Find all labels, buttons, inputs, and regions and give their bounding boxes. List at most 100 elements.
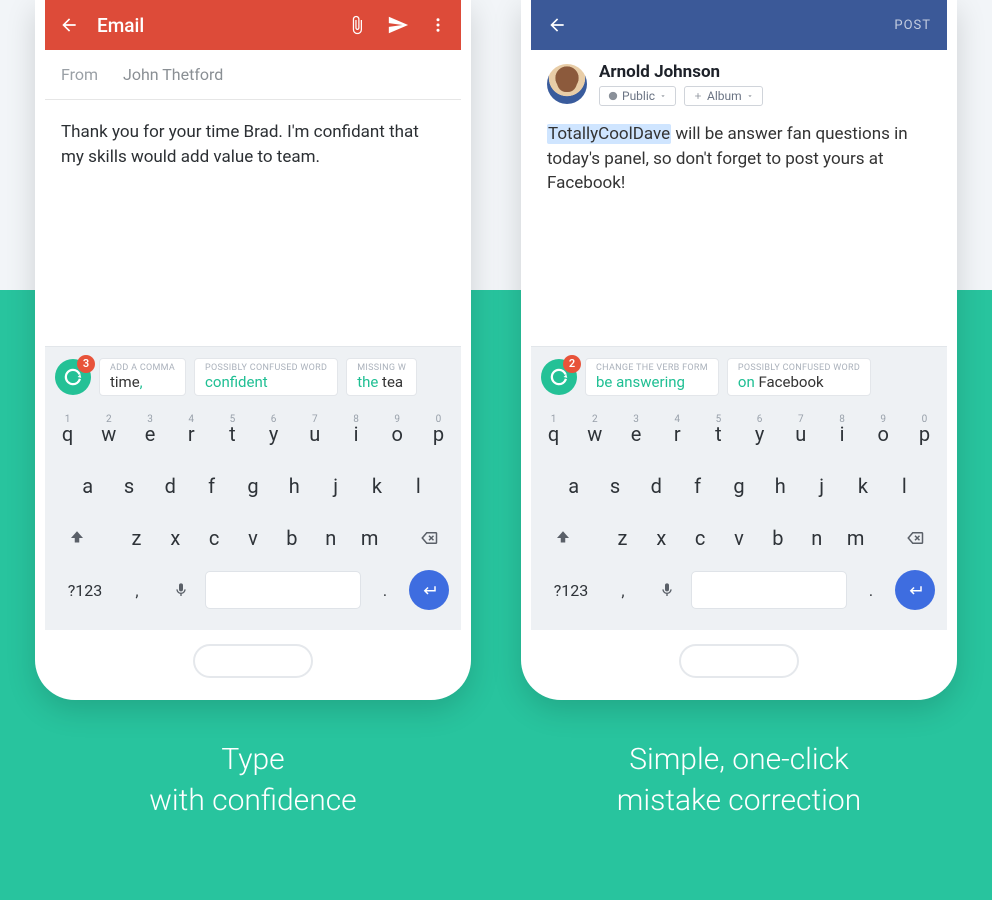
- shift-key[interactable]: [539, 516, 587, 560]
- comma-key[interactable]: ,: [603, 568, 643, 612]
- enter-key[interactable]: [409, 570, 449, 610]
- key-t[interactable]: 5t: [700, 412, 737, 456]
- key-s[interactable]: s: [596, 464, 633, 508]
- key-s[interactable]: s: [110, 464, 147, 508]
- key-q[interactable]: 1q: [49, 412, 86, 456]
- period-key[interactable]: .: [365, 568, 405, 612]
- key-w[interactable]: 2w: [90, 412, 127, 456]
- key-e[interactable]: 3e: [617, 412, 654, 456]
- space-key[interactable]: [691, 571, 847, 609]
- more-icon[interactable]: [429, 16, 447, 34]
- suggestion-card[interactable]: ADD A COMMAtime,: [99, 358, 186, 396]
- key-o[interactable]: 9o: [865, 412, 902, 456]
- email-body[interactable]: Thank you for your time Brad. I'm confid…: [45, 100, 461, 189]
- grammarly-icon[interactable]: 3: [55, 359, 91, 395]
- error-count-badge: 2: [563, 355, 581, 373]
- space-key[interactable]: [205, 571, 361, 609]
- from-value: John Thetford: [123, 65, 223, 84]
- key-n[interactable]: n: [313, 516, 348, 560]
- suggestion-card[interactable]: POSSIBLY CONFUSED WORDon Facebook: [727, 358, 871, 396]
- key-o[interactable]: 9o: [379, 412, 416, 456]
- key-h[interactable]: h: [762, 464, 799, 508]
- user-name: Arnold Johnson: [599, 62, 763, 82]
- mic-key[interactable]: [647, 568, 687, 612]
- key-u[interactable]: 7u: [296, 412, 333, 456]
- album-chip[interactable]: Album: [684, 86, 763, 106]
- key-t[interactable]: 5t: [214, 412, 251, 456]
- key-k[interactable]: k: [844, 464, 881, 508]
- backspace-key[interactable]: [891, 516, 939, 560]
- suggestion-card[interactable]: CHANGE THE VERB FORMbe answering: [585, 358, 719, 396]
- suggestion-card[interactable]: MISSING Wthe tea: [346, 358, 417, 396]
- facebook-header: POST: [531, 0, 947, 50]
- key-l[interactable]: l: [400, 464, 437, 508]
- phone-facebook: POST Arnold Johnson Public: [521, 0, 957, 700]
- key-d[interactable]: d: [638, 464, 675, 508]
- key-l[interactable]: l: [886, 464, 923, 508]
- key-f[interactable]: f: [193, 464, 230, 508]
- from-row[interactable]: From John Thetford: [45, 50, 461, 100]
- home-button[interactable]: [679, 644, 799, 678]
- key-c[interactable]: c: [683, 516, 718, 560]
- key-n[interactable]: n: [799, 516, 834, 560]
- email-header: Email: [45, 0, 461, 50]
- phone-email: Email From John Thetford Thank you for y: [35, 0, 471, 700]
- post-body[interactable]: TotallyCoolDave will be answer fan quest…: [531, 110, 947, 208]
- email-title: Email: [97, 14, 327, 37]
- key-v[interactable]: v: [236, 516, 271, 560]
- caption: Type with confidence: [149, 740, 356, 821]
- suggestion-strip: 3 ADD A COMMAtime,POSSIBLY CONFUSED WORD…: [45, 346, 461, 406]
- key-m[interactable]: m: [352, 516, 387, 560]
- post-button[interactable]: POST: [894, 18, 931, 33]
- symbols-key[interactable]: ?123: [57, 568, 113, 612]
- key-z[interactable]: z: [605, 516, 640, 560]
- key-y[interactable]: 6y: [255, 412, 292, 456]
- visibility-chip[interactable]: Public: [599, 86, 676, 106]
- key-y[interactable]: 6y: [741, 412, 778, 456]
- avatar[interactable]: [547, 64, 587, 104]
- key-x[interactable]: x: [644, 516, 679, 560]
- enter-key[interactable]: [895, 570, 935, 610]
- period-key[interactable]: .: [851, 568, 891, 612]
- key-i[interactable]: 8i: [337, 412, 374, 456]
- key-r[interactable]: 4r: [173, 412, 210, 456]
- key-p[interactable]: 0p: [906, 412, 943, 456]
- home-button[interactable]: [193, 644, 313, 678]
- backspace-key[interactable]: [405, 516, 453, 560]
- key-b[interactable]: b: [274, 516, 309, 560]
- send-icon[interactable]: [387, 14, 409, 36]
- key-p[interactable]: 0p: [420, 412, 457, 456]
- key-e[interactable]: 3e: [131, 412, 168, 456]
- key-x[interactable]: x: [158, 516, 193, 560]
- grammarly-icon[interactable]: 2: [541, 359, 577, 395]
- key-m[interactable]: m: [838, 516, 873, 560]
- key-f[interactable]: f: [679, 464, 716, 508]
- key-c[interactable]: c: [197, 516, 232, 560]
- key-r[interactable]: 4r: [659, 412, 696, 456]
- key-a[interactable]: a: [555, 464, 592, 508]
- key-g[interactable]: g: [234, 464, 271, 508]
- key-j[interactable]: j: [803, 464, 840, 508]
- attach-icon[interactable]: [347, 15, 367, 35]
- symbols-key[interactable]: ?123: [543, 568, 599, 612]
- shift-key[interactable]: [53, 516, 101, 560]
- key-a[interactable]: a: [69, 464, 106, 508]
- tag-highlight[interactable]: TotallyCoolDave: [547, 124, 671, 144]
- key-i[interactable]: 8i: [823, 412, 860, 456]
- key-z[interactable]: z: [119, 516, 154, 560]
- key-b[interactable]: b: [760, 516, 795, 560]
- suggestion-card[interactable]: POSSIBLY CONFUSED WORDconfident: [194, 358, 338, 396]
- comma-key[interactable]: ,: [117, 568, 157, 612]
- mic-key[interactable]: [161, 568, 201, 612]
- key-v[interactable]: v: [722, 516, 757, 560]
- key-d[interactable]: d: [152, 464, 189, 508]
- key-k[interactable]: k: [358, 464, 395, 508]
- key-h[interactable]: h: [276, 464, 313, 508]
- back-icon[interactable]: [547, 15, 567, 35]
- key-u[interactable]: 7u: [782, 412, 819, 456]
- key-j[interactable]: j: [317, 464, 354, 508]
- key-q[interactable]: 1q: [535, 412, 572, 456]
- key-w[interactable]: 2w: [576, 412, 613, 456]
- key-g[interactable]: g: [720, 464, 757, 508]
- back-icon[interactable]: [59, 15, 79, 35]
